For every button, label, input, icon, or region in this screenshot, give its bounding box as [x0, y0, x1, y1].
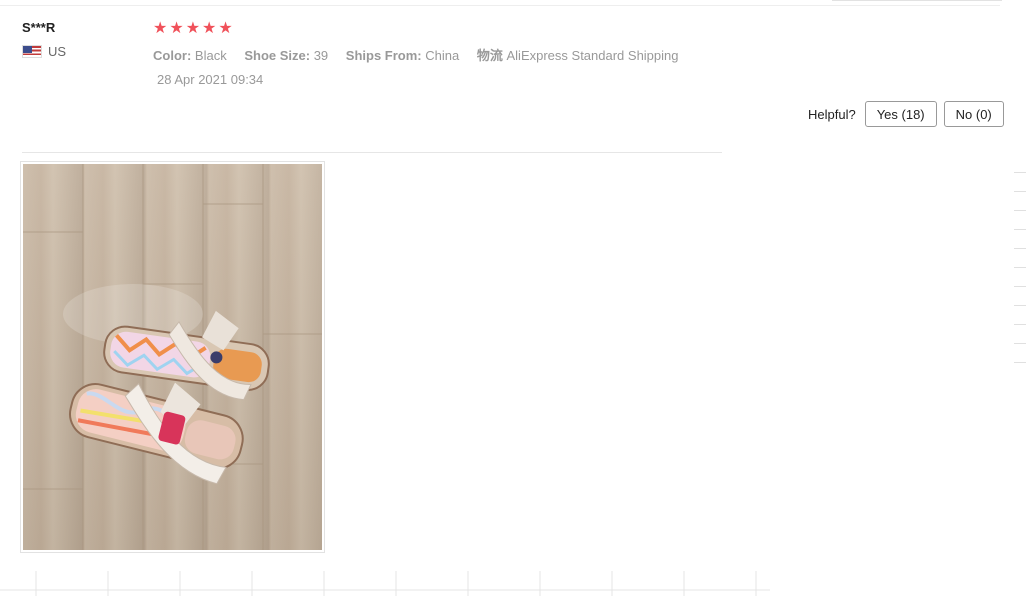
- review-date: 28 Apr 2021 09:34: [157, 72, 264, 87]
- attr-shoe-size: Shoe Size: 39: [244, 48, 329, 63]
- star-icon: ★: [202, 20, 217, 37]
- review-photo-thumbnail[interactable]: [20, 161, 325, 553]
- top-divider-right: [832, 0, 1002, 1]
- helpful-yes-button[interactable]: Yes (18): [864, 101, 937, 127]
- us-flag-icon: [22, 45, 42, 58]
- country-code: US: [48, 44, 67, 59]
- star-rating: ★ ★ ★ ★ ★: [153, 20, 693, 38]
- top-divider: [0, 5, 1000, 6]
- review-page: S***R US ★ ★ ★ ★ ★ Color: Black Shoe Siz…: [0, 0, 1026, 596]
- attr-color: Color: Black: [153, 48, 227, 63]
- star-icon: ★: [218, 20, 233, 37]
- next-review-grid: [0, 571, 770, 596]
- helpful-vote: Helpful? Yes (18) No (0): [808, 101, 1011, 127]
- reviewer-name: S***R: [22, 20, 56, 35]
- star-icon: ★: [185, 20, 201, 37]
- attr-logistics: 物流 AliExpress Standard Shipping: [476, 48, 679, 63]
- helpful-label: Helpful?: [808, 106, 856, 122]
- page-edge-rules: [1014, 172, 1026, 381]
- reviewer-country: US: [22, 44, 66, 59]
- review-divider: [22, 152, 722, 153]
- helpful-no-button[interactable]: No (0): [943, 101, 1004, 127]
- sandals-photo: [23, 164, 322, 550]
- star-icon: ★: [153, 20, 168, 37]
- review-details: ★ ★ ★ ★ ★ Color: Black Shoe Size: 39 Shi…: [153, 20, 693, 87]
- attr-ships-from: Ships From: China: [345, 48, 460, 63]
- order-attributes: Color: Black Shoe Size: 39 Ships From: C…: [153, 45, 693, 64]
- sandals-illustration: [23, 164, 322, 550]
- star-icon: ★: [169, 20, 184, 37]
- reviewer-info: S***R US: [22, 20, 66, 59]
